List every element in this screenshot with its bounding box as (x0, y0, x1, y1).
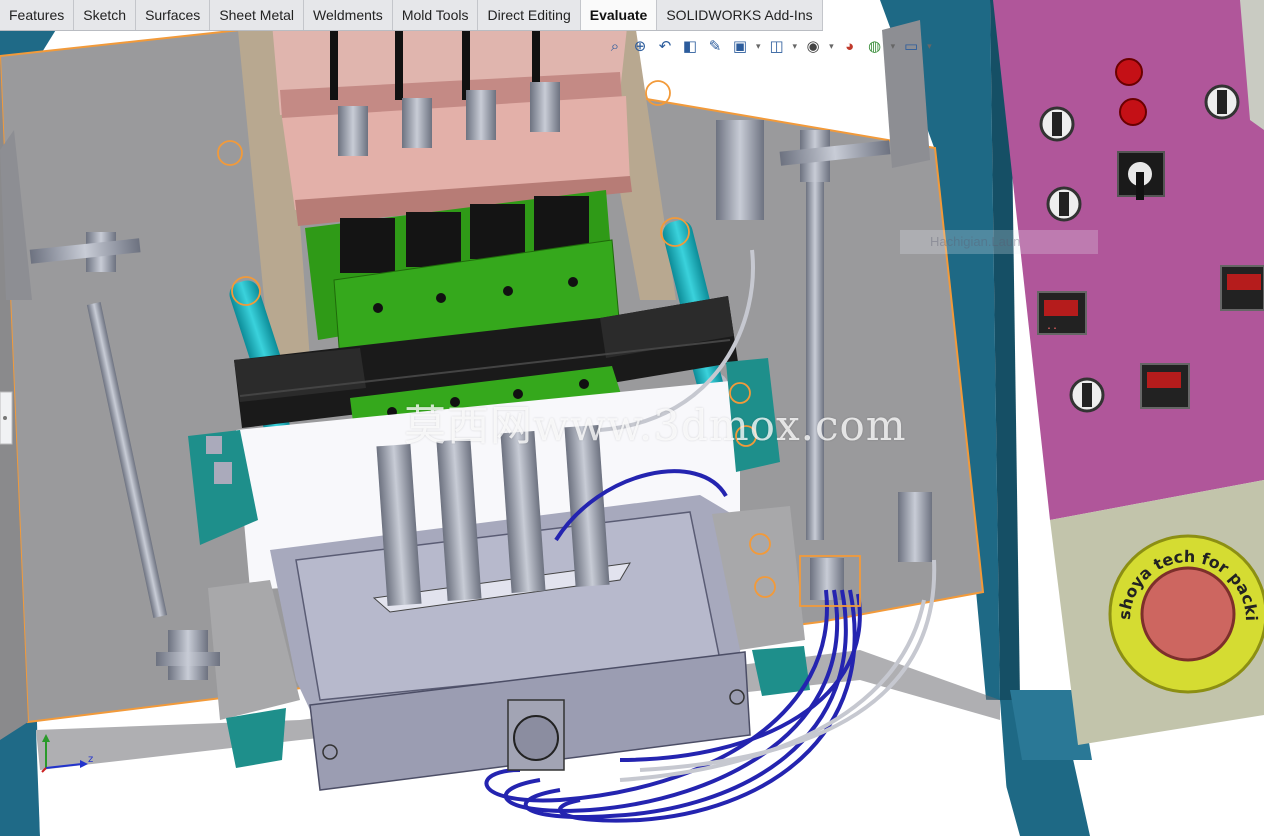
rotary-switch (1117, 151, 1165, 200)
tab-evaluate[interactable]: Evaluate (580, 0, 658, 30)
selector-switch-1 (1039, 106, 1075, 142)
hide-show-caret-icon[interactable]: ▾ (829, 41, 834, 52)
heads-up-view-toolbar: ⌕ ⊕ ↶ ◧ ✎ ▣ ▾ ◫ ▾ ◉ ▾ ◕ ◍ ▾ ▭ ▾ (604, 34, 934, 58)
selector-switch-2 (1046, 186, 1082, 222)
previous-view-icon[interactable]: ↶ (654, 35, 676, 57)
triad-z-label: z (88, 754, 93, 765)
display-style-icon[interactable]: ◫ (766, 35, 788, 57)
apply-scene-icon[interactable]: ◍ (864, 35, 886, 57)
tab-solidworks-add-ins[interactable]: SOLIDWORKS Add-Ins (657, 0, 823, 30)
digital-display-1: .. (1037, 291, 1087, 335)
tab-sketch[interactable]: Sketch (74, 0, 137, 30)
selector-switch-3 (1204, 84, 1240, 120)
view-orientation-icon[interactable]: ▣ (729, 35, 751, 57)
svg-text:..: .. (1046, 321, 1058, 332)
apply-scene-caret-icon[interactable]: ▾ (891, 41, 896, 52)
view-orientation-caret-icon[interactable]: ▾ (756, 41, 761, 52)
command-manager-tabs: Features Sketch Surfaces Sheet Metal Wel… (0, 0, 823, 31)
hide-show-items-icon[interactable]: ◉ (802, 35, 824, 57)
display-style-caret-icon[interactable]: ▾ (793, 41, 798, 52)
tab-direct-editing[interactable]: Direct Editing (478, 0, 581, 30)
left-edge-dot (3, 416, 7, 420)
emergency-stop-button-bottom (1119, 98, 1147, 126)
tab-mold-tools[interactable]: Mold Tools (392, 0, 479, 30)
section-view-icon[interactable]: ◧ (679, 35, 701, 57)
bottom-actuator (507, 699, 565, 771)
digital-display-3 (1220, 265, 1264, 311)
tab-surfaces[interactable]: Surfaces (136, 0, 211, 30)
faded-annotation-label: Hachigian.Laun (930, 234, 1021, 249)
tab-weldments[interactable]: Weldments (304, 0, 393, 30)
view-settings-caret-icon[interactable]: ▾ (927, 41, 932, 52)
selector-switch-4 (1069, 377, 1105, 413)
tab-features[interactable]: Features (0, 0, 75, 30)
dynamic-annotation-icon[interactable]: ✎ (704, 35, 726, 57)
watermark-text: 莫西网www.3dmox.com (404, 401, 907, 450)
digital-display-2 (1140, 363, 1190, 409)
view-settings-icon[interactable]: ▭ (900, 35, 922, 57)
zoom-to-area-icon[interactable]: ⊕ (629, 35, 651, 57)
zoom-to-fit-icon[interactable]: ⌕ (604, 35, 626, 57)
edit-appearance-icon[interactable]: ◕ (839, 35, 861, 57)
reference-triad: z (34, 734, 94, 783)
emergency-stop-button-top (1115, 58, 1143, 86)
tab-sheet-metal[interactable]: Sheet Metal (210, 0, 305, 30)
